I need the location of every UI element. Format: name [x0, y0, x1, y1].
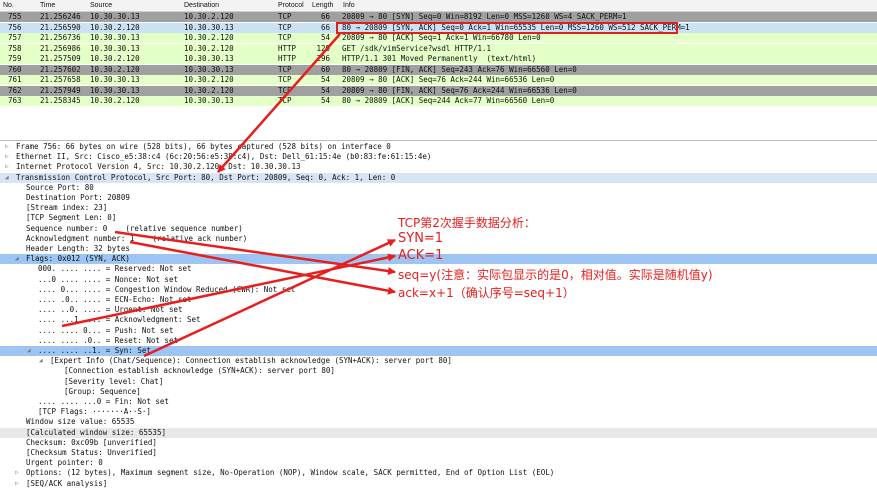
annotation-syn: SYN=1 — [398, 231, 444, 246]
annotation-title: TCP第2次握手数据分析： — [398, 216, 536, 230]
annotation-acknum: ack=x+1（确认序号=seq+1） — [398, 286, 575, 300]
arrow-ack — [61, 253, 396, 328]
arrow-box-to-detail — [217, 33, 341, 173]
arrow-syn — [143, 238, 396, 358]
annotation-ack: ACK=1 — [398, 248, 444, 263]
annotation-seq: seq=y(注意：实际包显示的是0，相对值。实际是随机值y) — [398, 268, 713, 282]
